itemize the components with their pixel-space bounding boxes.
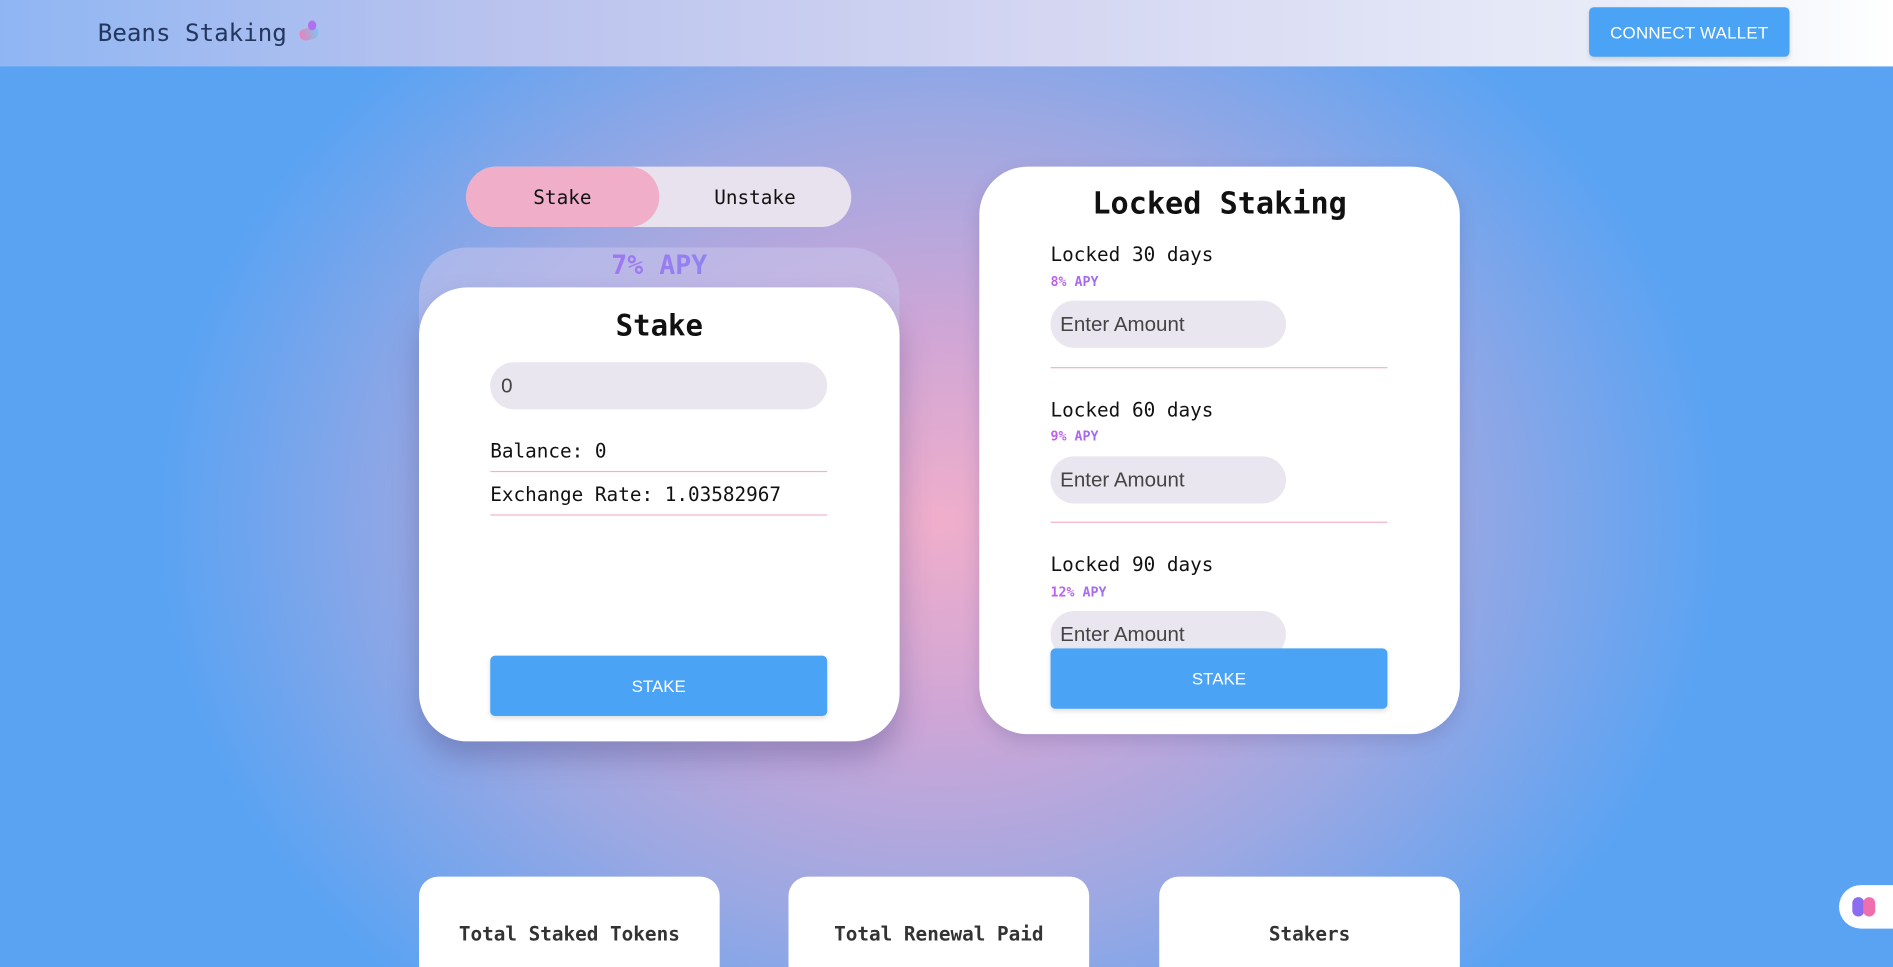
locked-stake-button[interactable]: STAKE	[1050, 648, 1388, 709]
stake-amount-input[interactable]: 0	[490, 362, 828, 410]
stat-title-total-staked: Total Staked Tokens	[458, 922, 680, 946]
locked-90-apy: 12% APY	[1050, 584, 1107, 601]
locked-30-apy: 8% APY	[1050, 274, 1099, 290]
apy-label: 7% APY	[419, 251, 900, 281]
locked-30-amount-input[interactable]: Enter Amount	[1050, 300, 1286, 348]
stake-button[interactable]: STAKE	[490, 655, 828, 717]
locked-30-label: Locked 30 days	[1050, 242, 1214, 266]
stake-mode-toggle: Stake Unstake	[466, 166, 852, 228]
locked-scroll-area: Enter Amount	[979, 604, 1460, 649]
brand[interactable]: Beans Staking	[98, 18, 323, 47]
locked-staking-title: Locked Staking	[1092, 185, 1347, 221]
balance-text: Balance: 0	[490, 440, 828, 473]
locked-60-label: Locked 60 days	[1050, 398, 1214, 422]
tab-unstake[interactable]: Unstake	[659, 167, 852, 227]
exchange-rate-text: Exchange Rate: 1.03582967	[490, 483, 828, 516]
stat-title-stakers: Stakers	[1268, 922, 1351, 946]
stake-card-title: Stake	[615, 309, 703, 343]
locked-90-amount-input[interactable]: Enter Amount	[1050, 610, 1286, 649]
locked-60-amount-input[interactable]: Enter Amount	[1050, 456, 1286, 504]
divider	[1050, 367, 1388, 369]
locked-90-label: Locked 90 days	[1050, 553, 1214, 576]
connect-wallet-button[interactable]: CONNECT WALLET	[1589, 7, 1790, 57]
divider	[1050, 521, 1388, 523]
assistant-widget[interactable]	[1839, 885, 1893, 929]
bean-icon	[296, 20, 323, 45]
brain-icon	[1852, 896, 1876, 918]
tab-stake[interactable]: Stake	[466, 166, 659, 228]
brand-title: Beans Staking	[97, 18, 287, 48]
locked-60-apy: 9% APY	[1050, 428, 1099, 445]
stat-title-total-renewal: Total Renewal Paid	[834, 922, 1044, 946]
